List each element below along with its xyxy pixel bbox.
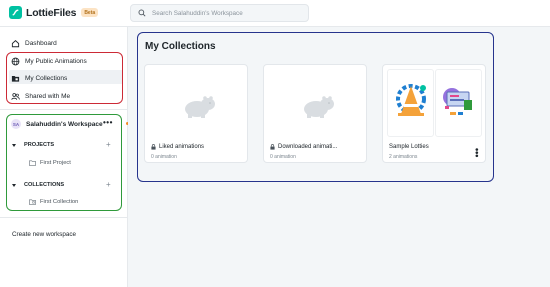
sidebar-item-dashboard[interactable]: Dashboard bbox=[11, 37, 57, 49]
highlight-box-green bbox=[6, 114, 122, 211]
search-input[interactable] bbox=[152, 9, 302, 17]
home-icon bbox=[11, 39, 20, 48]
sidebar-divider bbox=[0, 217, 127, 218]
create-workspace-link[interactable]: Create new workspace bbox=[12, 231, 76, 238]
search-bar[interactable] bbox=[130, 4, 309, 22]
lottiefiles-logo-icon bbox=[9, 6, 22, 19]
highlight-box-red bbox=[6, 52, 123, 104]
brand-name: LottieFiles bbox=[26, 6, 77, 19]
highlight-box-blue bbox=[137, 32, 494, 182]
sidebar-divider bbox=[0, 109, 127, 110]
lottiefiles-logo[interactable]: LottieFiles Beta bbox=[9, 6, 99, 19]
beta-badge: Beta bbox=[81, 8, 99, 17]
top-bar: LottieFiles Beta bbox=[0, 0, 550, 27]
search-icon bbox=[137, 9, 146, 18]
sidebar-item-label: Dashboard bbox=[25, 39, 57, 47]
